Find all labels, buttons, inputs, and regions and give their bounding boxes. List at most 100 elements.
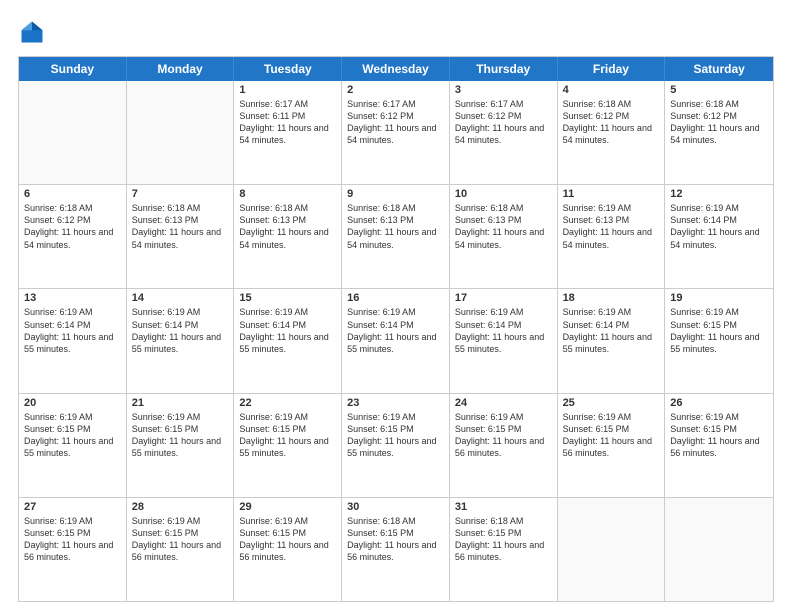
day-number: 26 [670,397,768,409]
day-number: 1 [239,84,336,96]
day-number: 2 [347,84,444,96]
calendar-cell: 10 Sunrise: 6:18 AM Sunset: 6:13 PM Dayli… [450,185,558,288]
calendar-cell: 16 Sunrise: 6:19 AM Sunset: 6:14 PM Dayli… [342,289,450,392]
calendar-cell: 9 Sunrise: 6:18 AM Sunset: 6:13 PM Daylig… [342,185,450,288]
calendar-cell: 1 Sunrise: 6:17 AM Sunset: 6:11 PM Daylig… [234,81,342,184]
day-number: 7 [132,188,229,200]
calendar-cell: 13 Sunrise: 6:19 AM Sunset: 6:14 PM Dayli… [19,289,127,392]
calendar-cell: 5 Sunrise: 6:18 AM Sunset: 6:12 PM Daylig… [665,81,773,184]
calendar-cell: 18 Sunrise: 6:19 AM Sunset: 6:14 PM Dayli… [558,289,666,392]
calendar-cell [558,498,666,601]
header-day-saturday: Saturday [665,57,773,81]
cell-sun-info: Sunrise: 6:18 AM Sunset: 6:12 PM Dayligh… [24,202,121,251]
header-day-wednesday: Wednesday [342,57,450,81]
cell-sun-info: Sunrise: 6:19 AM Sunset: 6:15 PM Dayligh… [670,306,768,355]
day-number: 5 [670,84,768,96]
cell-sun-info: Sunrise: 6:19 AM Sunset: 6:14 PM Dayligh… [563,306,660,355]
cell-sun-info: Sunrise: 6:19 AM Sunset: 6:15 PM Dayligh… [455,411,552,460]
logo [18,18,50,46]
calendar-week-5: 27 Sunrise: 6:19 AM Sunset: 6:15 PM Dayli… [19,497,773,601]
calendar-cell: 15 Sunrise: 6:19 AM Sunset: 6:14 PM Dayli… [234,289,342,392]
cell-sun-info: Sunrise: 6:18 AM Sunset: 6:15 PM Dayligh… [347,515,444,564]
cell-sun-info: Sunrise: 6:19 AM Sunset: 6:15 PM Dayligh… [132,411,229,460]
day-number: 19 [670,292,768,304]
header-day-thursday: Thursday [450,57,558,81]
calendar-cell: 4 Sunrise: 6:18 AM Sunset: 6:12 PM Daylig… [558,81,666,184]
day-number: 17 [455,292,552,304]
day-number: 13 [24,292,121,304]
header-day-friday: Friday [558,57,666,81]
cell-sun-info: Sunrise: 6:19 AM Sunset: 6:15 PM Dayligh… [239,411,336,460]
calendar-cell: 12 Sunrise: 6:19 AM Sunset: 6:14 PM Dayli… [665,185,773,288]
calendar-cell [19,81,127,184]
calendar-cell: 30 Sunrise: 6:18 AM Sunset: 6:15 PM Dayli… [342,498,450,601]
cell-sun-info: Sunrise: 6:18 AM Sunset: 6:13 PM Dayligh… [239,202,336,251]
calendar-cell: 8 Sunrise: 6:18 AM Sunset: 6:13 PM Daylig… [234,185,342,288]
day-number: 9 [347,188,444,200]
calendar-cell: 22 Sunrise: 6:19 AM Sunset: 6:15 PM Dayli… [234,394,342,497]
day-number: 22 [239,397,336,409]
cell-sun-info: Sunrise: 6:19 AM Sunset: 6:14 PM Dayligh… [239,306,336,355]
calendar-cell: 14 Sunrise: 6:19 AM Sunset: 6:14 PM Dayli… [127,289,235,392]
calendar-cell [665,498,773,601]
cell-sun-info: Sunrise: 6:19 AM Sunset: 6:14 PM Dayligh… [347,306,444,355]
day-number: 8 [239,188,336,200]
header-day-sunday: Sunday [19,57,127,81]
calendar-cell [127,81,235,184]
calendar-week-4: 20Sunrise: 6:19 AM Sunset: 6:15 PM Dayli… [19,393,773,497]
day-number: 18 [563,292,660,304]
day-number: 10 [455,188,552,200]
calendar-cell: 3 Sunrise: 6:17 AM Sunset: 6:12 PM Daylig… [450,81,558,184]
calendar-body: 1 Sunrise: 6:17 AM Sunset: 6:11 PM Daylig… [19,81,773,601]
cell-sun-info: Sunrise: 6:19 AM Sunset: 6:14 PM Dayligh… [455,306,552,355]
cell-sun-info: Sunrise: 6:19 AM Sunset: 6:15 PM Dayligh… [132,515,229,564]
calendar-cell: 29 Sunrise: 6:19 AM Sunset: 6:15 PM Dayli… [234,498,342,601]
day-number: 14 [132,292,229,304]
day-number: 15 [239,292,336,304]
cell-sun-info: Sunrise: 6:19 AM Sunset: 6:15 PM Dayligh… [239,515,336,564]
calendar-cell: 11 Sunrise: 6:19 AM Sunset: 6:13 PM Dayli… [558,185,666,288]
cell-sun-info: Sunrise: 6:18 AM Sunset: 6:12 PM Dayligh… [670,98,768,147]
day-number: 16 [347,292,444,304]
calendar-cell: 24Sunrise: 6:19 AM Sunset: 6:15 PM Dayli… [450,394,558,497]
day-number: 30 [347,501,444,513]
cell-sun-info: Sunrise: 6:19 AM Sunset: 6:14 PM Dayligh… [132,306,229,355]
day-number: 27 [24,501,121,513]
calendar: SundayMondayTuesdayWednesdayThursdayFrid… [18,56,774,602]
calendar-cell: 20Sunrise: 6:19 AM Sunset: 6:15 PM Dayli… [19,394,127,497]
day-number: 31 [455,501,552,513]
day-number: 3 [455,84,552,96]
day-number: 6 [24,188,121,200]
cell-sun-info: Sunrise: 6:18 AM Sunset: 6:12 PM Dayligh… [563,98,660,147]
day-number: 11 [563,188,660,200]
day-number: 23 [347,397,444,409]
day-number: 12 [670,188,768,200]
calendar-cell: 2 Sunrise: 6:17 AM Sunset: 6:12 PM Daylig… [342,81,450,184]
calendar-cell: 27 Sunrise: 6:19 AM Sunset: 6:15 PM Dayli… [19,498,127,601]
cell-sun-info: Sunrise: 6:18 AM Sunset: 6:13 PM Dayligh… [347,202,444,251]
cell-sun-info: Sunrise: 6:17 AM Sunset: 6:12 PM Dayligh… [347,98,444,147]
calendar-cell: 25Sunrise: 6:19 AM Sunset: 6:15 PM Dayli… [558,394,666,497]
cell-sun-info: Sunrise: 6:19 AM Sunset: 6:15 PM Dayligh… [347,411,444,460]
cell-sun-info: Sunrise: 6:19 AM Sunset: 6:15 PM Dayligh… [24,411,121,460]
calendar-header-row: SundayMondayTuesdayWednesdayThursdayFrid… [19,57,773,81]
calendar-cell: 6 Sunrise: 6:18 AM Sunset: 6:12 PM Daylig… [19,185,127,288]
cell-sun-info: Sunrise: 6:19 AM Sunset: 6:13 PM Dayligh… [563,202,660,251]
day-number: 29 [239,501,336,513]
day-number: 4 [563,84,660,96]
calendar-week-2: 6 Sunrise: 6:18 AM Sunset: 6:12 PM Daylig… [19,184,773,288]
calendar-cell: 28 Sunrise: 6:19 AM Sunset: 6:15 PM Dayli… [127,498,235,601]
cell-sun-info: Sunrise: 6:19 AM Sunset: 6:15 PM Dayligh… [24,515,121,564]
cell-sun-info: Sunrise: 6:17 AM Sunset: 6:12 PM Dayligh… [455,98,552,147]
calendar-cell: 31Sunrise: 6:18 AM Sunset: 6:15 PM Dayli… [450,498,558,601]
cell-sun-info: Sunrise: 6:18 AM Sunset: 6:13 PM Dayligh… [455,202,552,251]
cell-sun-info: Sunrise: 6:19 AM Sunset: 6:14 PM Dayligh… [670,202,768,251]
cell-sun-info: Sunrise: 6:19 AM Sunset: 6:14 PM Dayligh… [24,306,121,355]
calendar-cell: 21Sunrise: 6:19 AM Sunset: 6:15 PM Dayli… [127,394,235,497]
cell-sun-info: Sunrise: 6:17 AM Sunset: 6:11 PM Dayligh… [239,98,336,147]
page: SundayMondayTuesdayWednesdayThursdayFrid… [0,0,792,612]
calendar-cell: 26Sunrise: 6:19 AM Sunset: 6:15 PM Dayli… [665,394,773,497]
header [18,18,774,46]
cell-sun-info: Sunrise: 6:19 AM Sunset: 6:15 PM Dayligh… [563,411,660,460]
day-number: 28 [132,501,229,513]
